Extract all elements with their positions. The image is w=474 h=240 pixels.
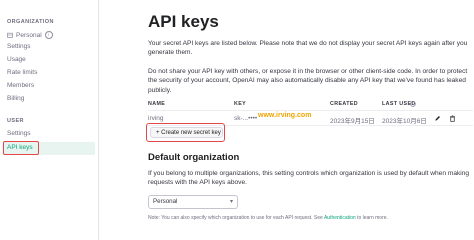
intro-paragraph: Your secret API keys are listed below. P… [148, 40, 468, 57]
col-header-name: NAME [148, 101, 166, 107]
sidebar: ORGANIZATION Personal i Settings Usage R… [0, 0, 99, 240]
authentication-link[interactable]: Authentication [324, 215, 356, 221]
col-header-key: KEY [234, 101, 247, 107]
sidebar-item-rate-limits[interactable]: Rate limits [7, 68, 37, 78]
auth-note: Note: You can also specify which organiz… [148, 215, 388, 221]
watermark: www.irving.com [258, 112, 312, 119]
key-row-name: irving [148, 115, 164, 122]
col-header-created: CREATED [330, 101, 359, 107]
sidebar-item-user-settings[interactable]: Settings [7, 129, 31, 139]
chevron-down-icon: ▾ [229, 199, 233, 205]
highlight-box-api-keys [3, 141, 39, 155]
org-switcher[interactable]: Personal i [7, 31, 53, 39]
key-row-last-used: 2023年10月6日 [382, 118, 427, 125]
org-select[interactable]: Personal ▾ [148, 195, 238, 209]
page-title: API keys [148, 12, 219, 31]
sidebar-item-org-settings[interactable]: Settings [7, 42, 31, 52]
highlight-box-create-button [146, 123, 225, 142]
building-icon [7, 32, 13, 38]
info-icon[interactable]: i [44, 31, 53, 39]
default-org-description: If you belong to multiple organizations,… [148, 170, 470, 187]
security-paragraph: Do not share your API key with others, o… [148, 68, 468, 94]
key-row-created: 2023年9月15日 [330, 118, 375, 125]
edit-icon[interactable] [434, 115, 441, 122]
sidebar-item-members[interactable]: Members [7, 81, 34, 91]
default-org-title: Default organization [148, 152, 240, 163]
note-prefix: Note: You can also specify which organiz… [148, 215, 323, 221]
sidebar-item-usage[interactable]: Usage [7, 55, 26, 65]
user-section-heading: USER [7, 118, 24, 124]
key-row-value: sk-...•••• [234, 115, 258, 122]
org-select-value: Personal [153, 198, 178, 205]
info-icon[interactable] [410, 101, 416, 107]
sidebar-item-billing[interactable]: Billing [7, 94, 24, 104]
table-header-divider [148, 110, 473, 111]
note-suffix: to learn more. [357, 215, 388, 221]
main-content: API keys Your secret API keys are listed… [98, 0, 474, 240]
org-section-heading: ORGANIZATION [7, 19, 54, 25]
org-name: Personal [16, 31, 42, 39]
trash-icon[interactable] [449, 115, 456, 122]
